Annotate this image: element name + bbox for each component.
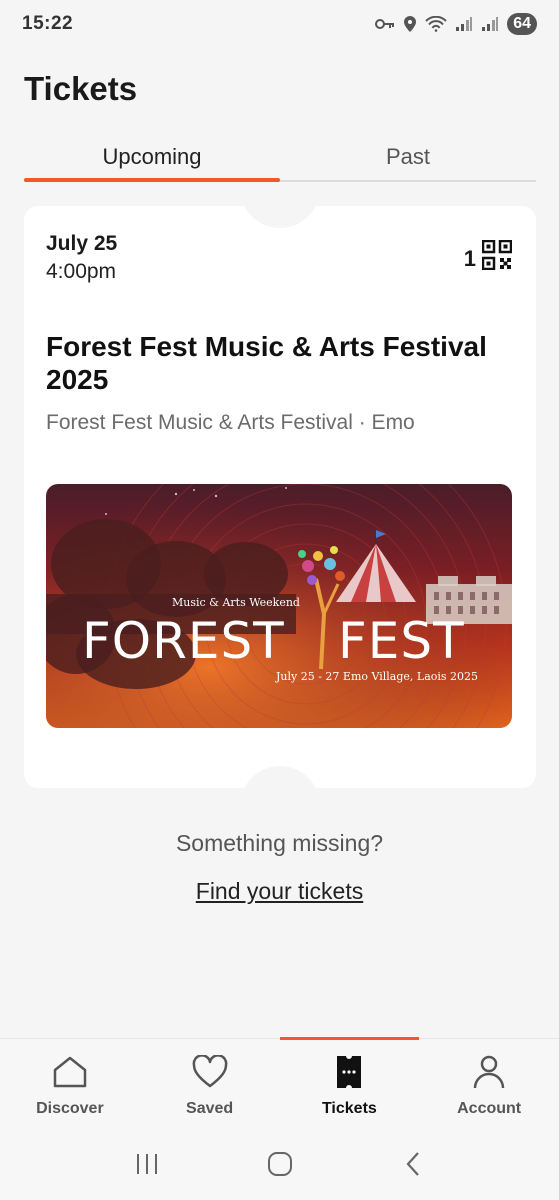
status-bar: 15:22 64	[0, 0, 559, 48]
nav-tickets[interactable]: Tickets	[279, 1037, 420, 1132]
nav-label-discover: Discover	[36, 1100, 104, 1117]
back-button[interactable]	[383, 1141, 443, 1191]
wifi-icon	[425, 16, 447, 32]
battery-indicator: 64	[507, 13, 537, 35]
nav-label-tickets: Tickets	[321, 1100, 377, 1117]
event-subtitle: Forest Fest Music & Arts Festival · Emo	[46, 411, 415, 434]
signal-icon	[455, 16, 473, 32]
event-title: Forest Fest Music & Arts Festival 2025	[46, 331, 487, 395]
ticket-date: July 25	[46, 232, 118, 255]
tab-bar: Upcoming Past	[24, 136, 536, 182]
ticket-time: 4:00pm	[46, 260, 117, 283]
nav-account[interactable]: Account	[419, 1039, 559, 1132]
ticket-count: 1	[463, 246, 476, 271]
signal-icon	[481, 16, 499, 32]
nav-label-saved: Saved	[186, 1100, 234, 1117]
find-tickets-link[interactable]: Find your tickets	[0, 878, 559, 905]
recent-apps-icon	[134, 1152, 160, 1181]
system-nav-bar	[0, 1132, 559, 1200]
person-icon	[471, 1055, 507, 1094]
tab-upcoming[interactable]: Upcoming	[24, 136, 280, 182]
qr-code-icon[interactable]	[481, 239, 513, 275]
banner-dates-text: July 25 - 27 Emo Village, Laois 2025	[276, 670, 479, 683]
nav-saved[interactable]: Saved	[140, 1039, 280, 1132]
key-icon	[375, 17, 395, 31]
nav-discover[interactable]: Discover	[0, 1039, 140, 1132]
something-missing-text: Something missing?	[175, 830, 384, 856]
status-icons: 64	[375, 13, 537, 35]
event-banner-image: Music & Arts Weekend FOREST FEST July 25…	[46, 484, 512, 728]
home-button[interactable]	[250, 1141, 310, 1191]
page-title: Tickets	[24, 70, 138, 107]
bottom-nav: Discover Saved Tickets Account	[0, 1037, 559, 1132]
banner-forest-text: FOREST	[82, 612, 285, 670]
tab-past[interactable]: Past	[280, 136, 536, 180]
home-icon	[52, 1055, 88, 1094]
location-icon	[403, 15, 417, 33]
banner-fest-text: FEST	[338, 612, 465, 670]
recent-apps-button[interactable]	[117, 1141, 177, 1191]
ticket-notch-bottom	[240, 766, 320, 806]
status-time: 15:22	[22, 13, 74, 34]
back-chevron-icon	[403, 1151, 423, 1182]
ticket-card[interactable]: July 25 4:00pm 1 Forest Fest Music & Art…	[24, 188, 536, 806]
heart-icon	[192, 1054, 228, 1094]
nav-label-account: Account	[457, 1100, 522, 1117]
ticket-notch-top	[240, 188, 320, 228]
banner-weekend-text: Music & Arts Weekend	[172, 596, 300, 609]
home-circle-icon	[267, 1151, 293, 1182]
ticket-icon	[331, 1055, 367, 1094]
